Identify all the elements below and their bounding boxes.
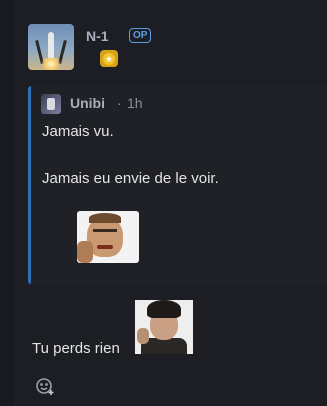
quote-text-line-1: Jamais vu. [42, 123, 114, 140]
avatar-rocket [48, 32, 54, 58]
sticker-hair [147, 300, 181, 318]
sticker-brow [93, 229, 117, 232]
quote-text-line-2: Jamais eu envie de le voir. [42, 170, 219, 187]
sticker-hand [77, 241, 93, 263]
op-badge: OP [129, 28, 152, 43]
author-name[interactable]: N-1 [86, 28, 109, 44]
sticker-mouth [97, 245, 113, 249]
quote-separator: · [117, 95, 122, 111]
quote-timestamp: 1h [127, 95, 143, 111]
quote-author-name[interactable]: Unibi [70, 95, 105, 111]
quote-author-avatar [41, 94, 61, 114]
avatar-rocket-flame [40, 58, 62, 70]
author-avatar[interactable] [28, 24, 74, 70]
post-card: N-1 OP ★ Unibi · 1h Jamais vu. Jamais eu… [14, 0, 327, 406]
sticker-hand [137, 328, 149, 344]
quote-sticker [77, 211, 139, 263]
add-reaction-icon[interactable] [35, 376, 55, 396]
reply-sticker [135, 300, 193, 354]
quoted-message[interactable]: Unibi · 1h Jamais vu. Jamais eu envie de… [28, 86, 327, 284]
reply-text: Tu perds rien [32, 340, 120, 357]
star-icon: ★ [103, 52, 115, 65]
rank-badge: ★ [100, 50, 118, 67]
sticker-hair [89, 213, 121, 223]
